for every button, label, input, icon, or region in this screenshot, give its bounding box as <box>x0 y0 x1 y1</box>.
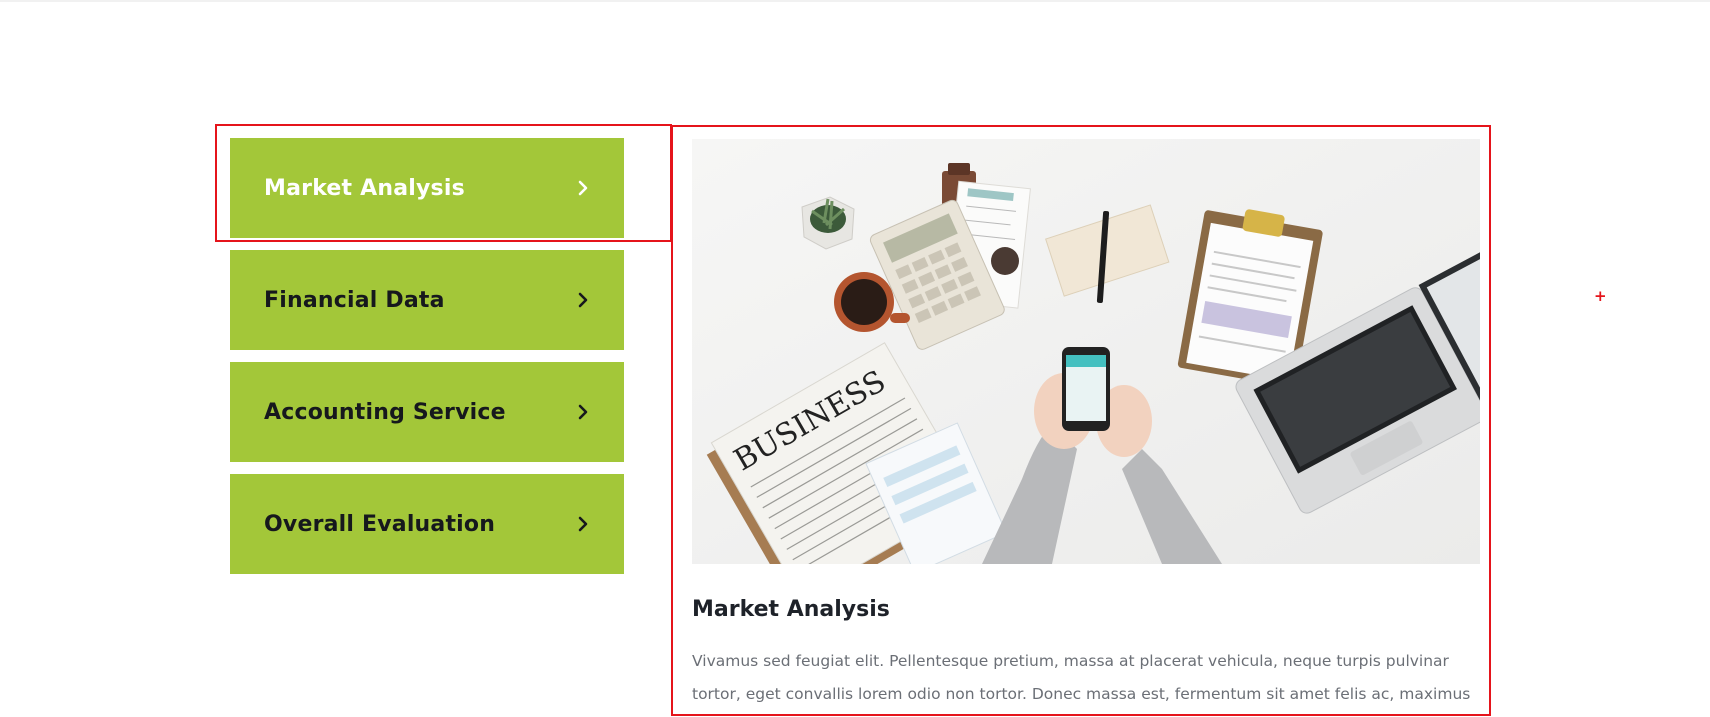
panel-title: Market Analysis <box>692 597 890 622</box>
tab-overall-evaluation[interactable]: Overall Evaluation <box>230 474 624 574</box>
tab-label: Accounting Service <box>264 399 506 425</box>
tab-market-analysis[interactable]: Market Analysis <box>230 138 624 238</box>
chevron-right-icon <box>578 516 588 532</box>
chevron-right-icon <box>578 180 588 196</box>
tab-financial-data[interactable]: Financial Data <box>230 250 624 350</box>
tab-label: Overall Evaluation <box>264 511 496 537</box>
tab-content-panel: BUSINESS Market Analysis Vivamus sed feu… <box>671 125 1491 716</box>
plus-marker: + <box>1594 287 1607 305</box>
panel-description: Vivamus sed feugiat elit. Pellentesque p… <box>692 652 1471 703</box>
tab-accounting-service[interactable]: Accounting Service <box>230 362 624 462</box>
chevron-right-icon <box>578 404 588 420</box>
chevron-right-icon <box>578 292 588 308</box>
header-shadow <box>0 0 1710 2</box>
office-desk-image: BUSINESS <box>692 139 1480 564</box>
tab-label: Financial Data <box>264 287 445 313</box>
tab-label: Market Analysis <box>264 175 465 201</box>
